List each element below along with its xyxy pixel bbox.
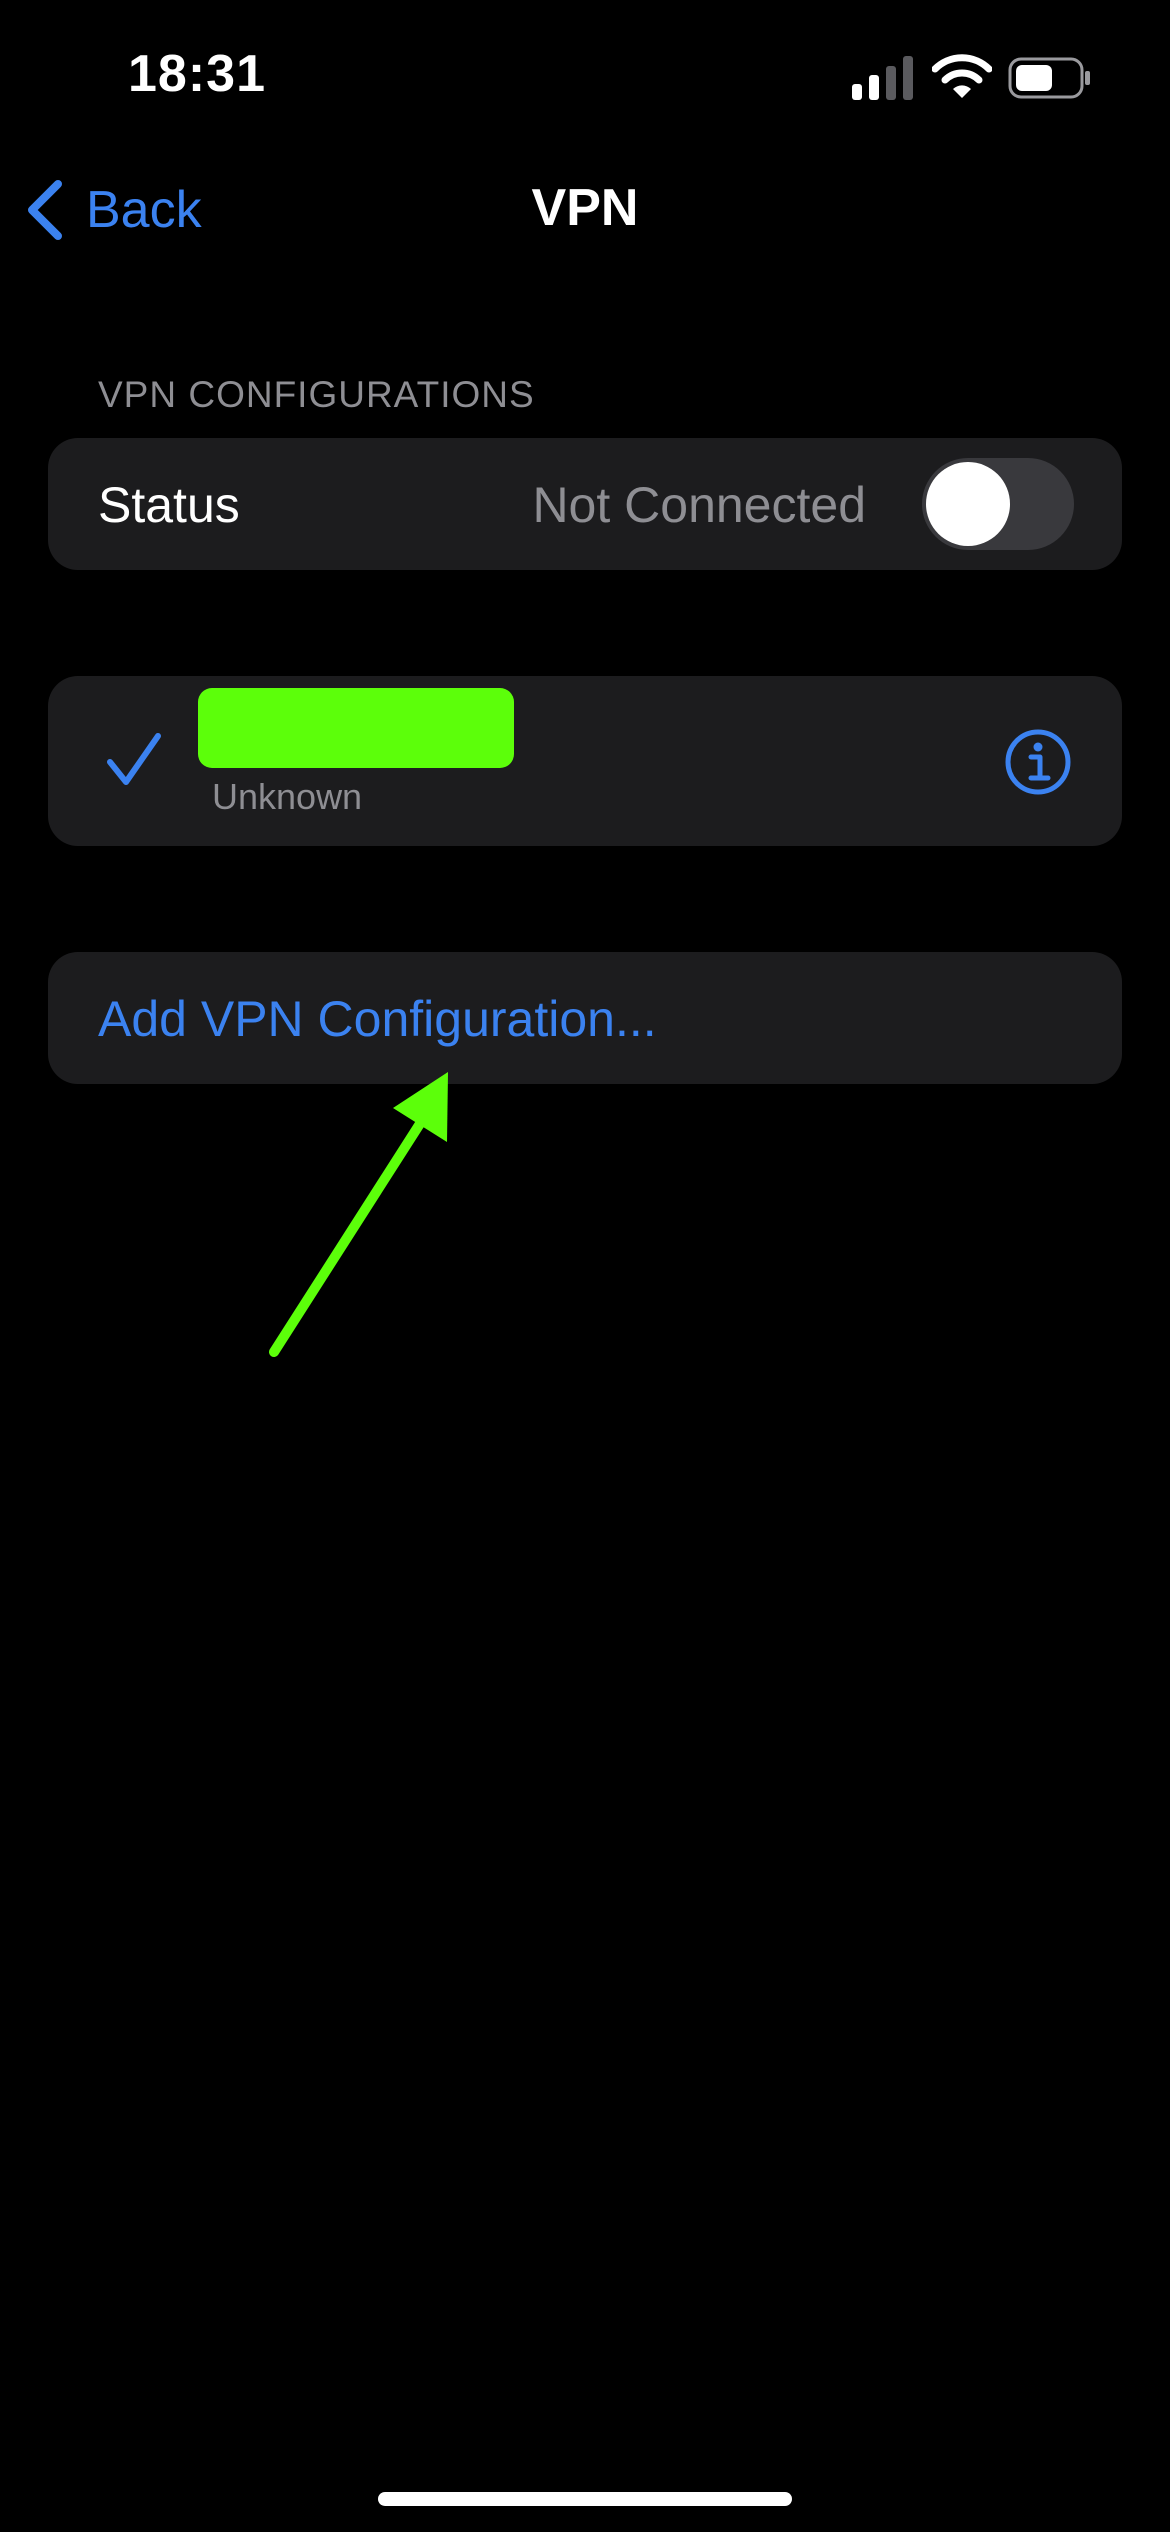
status-label: Status [98,477,240,533]
status-bar: 18:31 [0,0,1170,150]
annotation-arrow-icon [269,1072,448,1357]
config-subtitle: Unknown [212,776,363,817]
page-title: VPN [531,179,639,237]
section-header-vpn-configurations: VPN CONFIGURATIONS [98,374,535,415]
toggle-knob [926,462,1010,546]
navigation-bar: Back VPN [0,160,1170,260]
status-row: Status Not Connected [48,438,1122,570]
vpn-status-toggle[interactable] [922,458,1074,550]
cellular-signal-icon [852,56,913,100]
battery-icon [1008,57,1090,99]
home-indicator[interactable] [378,2492,792,2506]
checkmark-icon [107,733,161,785]
add-vpn-configuration-label: Add VPN Configuration... [98,991,657,1047]
add-vpn-configuration-button[interactable]: Add VPN Configuration... [48,952,1122,1084]
vpn-configuration-row[interactable]: Unknown [48,676,1122,846]
status-time: 18:31 [128,45,266,103]
redacted-config-name [198,688,514,768]
wifi-icon [932,54,992,98]
info-icon[interactable] [1004,728,1072,796]
status-value: Not Connected [532,477,866,533]
